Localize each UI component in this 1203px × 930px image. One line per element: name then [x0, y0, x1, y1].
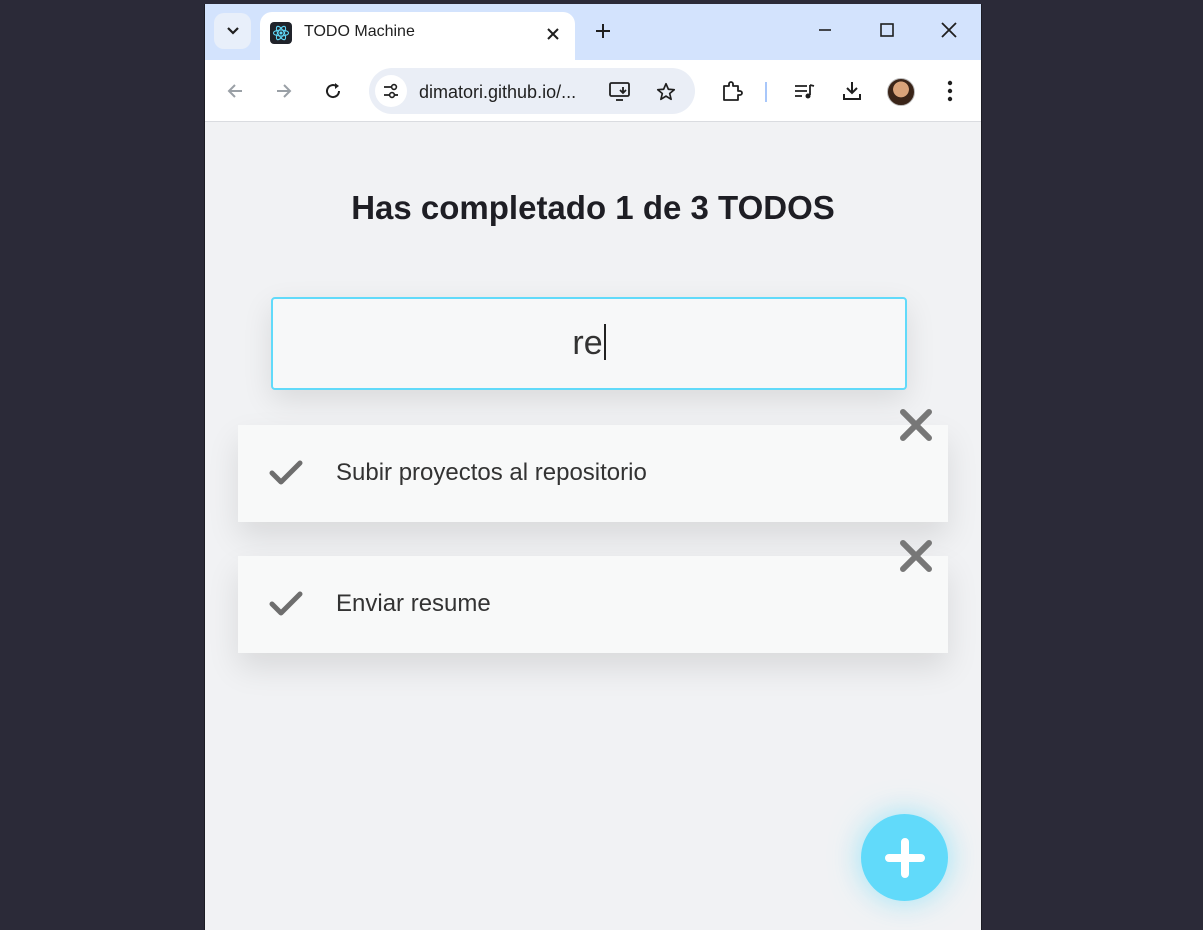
downloads-icon[interactable]	[837, 76, 867, 106]
text-caret	[603, 324, 606, 360]
plus-icon	[884, 837, 925, 878]
todo-item: Subir proyectos al repositorio	[238, 409, 948, 522]
todo-counter: Has completado 1 de 3 TODOS	[205, 189, 981, 227]
todo-text: Subir proyectos al repositorio	[336, 459, 647, 486]
todo-item: Enviar resume	[238, 540, 948, 653]
maximize-icon[interactable]	[873, 16, 901, 44]
media-control-icon[interactable]	[789, 76, 819, 106]
counter-completed: 1	[615, 189, 634, 226]
forward-arrow-icon[interactable]	[269, 76, 299, 106]
bookmark-star-icon[interactable]	[653, 79, 679, 105]
browser-toolbar: dimatori.github.io/...	[205, 60, 981, 122]
todo-search-input[interactable]: re	[271, 297, 907, 390]
tab-title: TODO Machine	[304, 23, 415, 40]
url-text: dimatori.github.io/...	[419, 82, 577, 102]
tab-active[interactable]: TODO Machine	[260, 12, 575, 60]
new-tab-plus-icon[interactable]	[590, 18, 616, 44]
title-bar: TODO Machine	[205, 4, 981, 60]
counter-middle: de	[642, 189, 682, 226]
back-arrow-icon[interactable]	[220, 76, 250, 106]
site-info-icon[interactable]	[375, 75, 407, 107]
install-app-icon[interactable]	[607, 79, 633, 105]
more-menu-icon[interactable]	[935, 76, 965, 106]
close-icon[interactable]	[896, 536, 936, 576]
check-icon[interactable]	[268, 458, 304, 488]
todo-app-page: Has completado 1 de 3 TODOS re Subir pro…	[205, 123, 981, 930]
tab-close-icon[interactable]	[541, 22, 565, 46]
browser-window: TODO Machine dimatori.github.io/... Has …	[204, 4, 982, 930]
tab-search-button[interactable]	[214, 13, 251, 49]
counter-prefix: Has completado	[351, 189, 607, 226]
create-todo-button[interactable]	[861, 814, 948, 901]
toolbar-separator	[765, 82, 767, 102]
search-value: re	[572, 324, 603, 362]
react-logo-icon	[270, 22, 292, 44]
search-value-wrap: re	[273, 324, 905, 363]
reload-icon[interactable]	[318, 76, 348, 106]
minimize-icon[interactable]	[811, 16, 839, 44]
address-bar[interactable]: dimatori.github.io/...	[369, 68, 695, 114]
counter-suffix: TODOS	[718, 189, 835, 226]
counter-total: 3	[690, 189, 709, 226]
close-icon[interactable]	[896, 405, 936, 445]
chevron-down-icon	[226, 27, 239, 35]
profile-avatar[interactable]	[887, 78, 915, 106]
todo-text: Enviar resume	[336, 590, 491, 617]
window-close-icon[interactable]	[935, 16, 963, 44]
extensions-puzzle-icon[interactable]	[717, 76, 747, 106]
check-icon[interactable]	[268, 589, 304, 619]
